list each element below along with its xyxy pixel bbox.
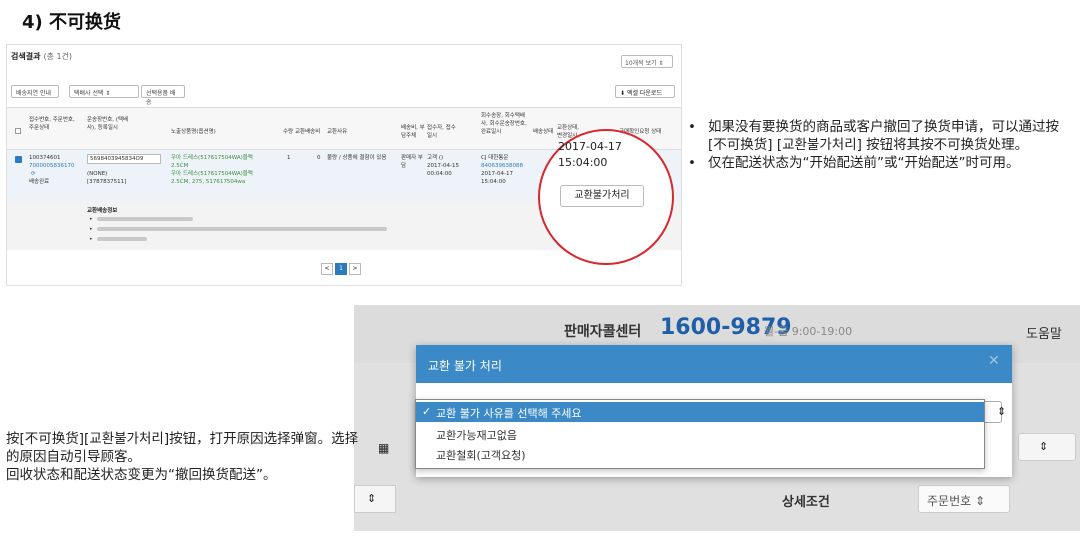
order-number-select[interactable]: 주문번호 ⇕ bbox=[918, 485, 1010, 513]
dialog-screenshot: 판매자콜센터 1600-9879 월-금 9:00-19:00 도움말 ▦ ⇕ … bbox=[354, 305, 1080, 531]
order-status: 배송완료 bbox=[29, 179, 50, 185]
carrier-name: (NONE) bbox=[87, 171, 108, 177]
carrier-select[interactable]: 택배사 선택 ⇕ bbox=[69, 85, 139, 98]
detail-condition-label: 상세조건 bbox=[782, 495, 830, 510]
return-time: 15:04:00 bbox=[481, 179, 506, 185]
dialog-header: 교환 불가 처리 ✕ bbox=[416, 345, 1012, 383]
blurred-info-line bbox=[97, 237, 147, 241]
instruction-line: 按[不可换货][교환불가처리]按钮，打开原因选择弹窗。选择的原因自动引导顾客。 bbox=[6, 431, 359, 465]
order-number: 100374601 bbox=[29, 155, 61, 161]
col-product: 노출상품명(옵션명) bbox=[171, 129, 216, 135]
ship-selected-button[interactable]: 선택용품 배송 bbox=[141, 85, 185, 106]
reason-option[interactable]: 교환가능재고없음 bbox=[416, 424, 984, 444]
payer-value: 판매자 부담 bbox=[401, 155, 423, 169]
callout-time: 15:04:00 bbox=[558, 156, 608, 169]
check-icon: ✓ bbox=[422, 405, 432, 418]
instruction-text: 按[不可换货][교환불가처리]按钮，打开原因选择弹窗。选择的原因自动引导顾客。 … bbox=[6, 430, 362, 484]
exchange-reject-dialog: 교환 불가 처리 ✕ ⇕ ✓ 교환 불가 사유를 선택해 주세요 교환가능재고없음… bbox=[415, 345, 1012, 477]
chevron-select-icon[interactable]: ⇕ bbox=[1018, 433, 1076, 461]
col-fee: 교환배송비 bbox=[295, 129, 321, 135]
return-carrier: CJ 대한통운 bbox=[481, 155, 509, 161]
reason-option[interactable]: ✓ 교환 불가 사유를 선택해 주세요 bbox=[416, 402, 984, 422]
description-bullets: 如果没有要换货的商品或客户撤回了换货申请，可以通过按[不可换货] [교환불가처리… bbox=[684, 118, 1076, 172]
order-sub-number[interactable]: 7000005836170 bbox=[29, 162, 75, 170]
col-payer: 배송비, 부담주체 bbox=[401, 125, 425, 139]
reason-dropdown-list: ✓ 교환 불가 사유를 선택해 주세요 교환가능재고없음 교환철회(고객요청) bbox=[415, 399, 985, 469]
chevron-select-icon[interactable]: ⇕ bbox=[354, 485, 396, 513]
reason-option[interactable]: 교환철회(고객요청) bbox=[416, 444, 984, 464]
bullet-item: 仅在配送状态为“开始配送前”或“开始配送”时可用。 bbox=[684, 154, 1076, 172]
info-title: 교환배송정보 bbox=[87, 208, 118, 214]
col-qty: 수량 bbox=[283, 129, 294, 135]
help-link[interactable]: 도움말 bbox=[1026, 323, 1062, 342]
fee-value: 0 bbox=[317, 155, 321, 161]
callout-date: 2017-04-17 bbox=[558, 140, 622, 153]
search-results-screenshot: 검색결과 (총 1건) 10개씩 보기 ⇕ 배송지연 안내 택배사 선택 ⇕ 선택… bbox=[6, 44, 682, 286]
col-return: 회수송장, 회수택배사, 회수운송장번호, 완료일시 bbox=[481, 113, 527, 135]
col-order: 접수번호, 주문번호, 주문상태 bbox=[29, 117, 75, 131]
chevron-select-icon: ⇕ bbox=[997, 405, 1007, 418]
calendar-icon[interactable]: ▦ bbox=[378, 441, 389, 455]
product-option[interactable]: 우아 드레스(517617504WA)블랙 2.5CM, 275, 517617… bbox=[171, 170, 255, 186]
instruction-line: 回收状态和配送状态变更为“撤回换货配送”。 bbox=[6, 467, 277, 483]
highlight-callout: 2017-04-17 15:04:00 교환불가처리 bbox=[538, 129, 674, 265]
dialog-title: 교환 불가 처리 bbox=[428, 359, 502, 373]
hours: 월-금 9:00-19:00 bbox=[764, 325, 853, 338]
col-reason: 교환사유 bbox=[327, 129, 348, 135]
results-title: 검색결과 (총 1건) bbox=[11, 52, 73, 61]
return-date: 2017-04-17 bbox=[481, 171, 513, 177]
blurred-info-line bbox=[97, 227, 387, 231]
close-icon[interactable]: ✕ bbox=[988, 353, 1000, 369]
product-name[interactable]: 우아 드레스(517617504WA)블랙 2.5CM bbox=[171, 154, 255, 170]
select-all-checkbox[interactable] bbox=[15, 128, 21, 134]
col-ship-status: 배송상태 bbox=[533, 129, 554, 135]
receive-date: 2017-04-15 bbox=[427, 163, 459, 169]
current-page[interactable]: 1 bbox=[335, 263, 347, 275]
blurred-info-line bbox=[97, 217, 193, 221]
bullet-item: 如果没有要换货的商品或客户撤回了换货申请，可以通过按[不可换货] [교환불가처리… bbox=[684, 118, 1076, 154]
exchange-reject-button[interactable]: 교환불가처리 bbox=[560, 185, 644, 207]
prev-page-button[interactable]: < bbox=[321, 263, 333, 275]
pagination: <1 > bbox=[321, 263, 363, 276]
call-center-label: 판매자콜센터 bbox=[564, 324, 642, 340]
page-size-select[interactable]: 10개씩 보기 ⇕ bbox=[621, 55, 673, 68]
row-checkbox[interactable] bbox=[15, 156, 22, 163]
return-waybill[interactable]: 840639638088 bbox=[481, 162, 523, 170]
next-page-button[interactable]: > bbox=[349, 263, 361, 275]
reason-value: 불량 / 상품에 결함이 있음 bbox=[327, 155, 387, 161]
page-heading: 4) 不可换货 bbox=[22, 12, 122, 33]
col-waybill: 운송장번호, (택배사), 등록일시 bbox=[87, 117, 129, 131]
qty-value: 1 bbox=[287, 155, 291, 161]
waybill-input[interactable]: 5698403945834O9 bbox=[87, 154, 161, 164]
receive-time: 00:04:00 bbox=[427, 171, 452, 177]
receiver-value: 고객 () bbox=[427, 155, 444, 161]
delay-notice-button[interactable]: 배송지연 안내 bbox=[11, 85, 59, 98]
refresh-icon[interactable]: ⟳ bbox=[31, 170, 36, 178]
excel-download-button[interactable]: ⬇ 엑셀 다운로드 bbox=[615, 85, 675, 98]
col-receiver: 접수자, 접수일시 bbox=[427, 125, 456, 139]
carrier-number: [3787837511] bbox=[87, 179, 127, 185]
